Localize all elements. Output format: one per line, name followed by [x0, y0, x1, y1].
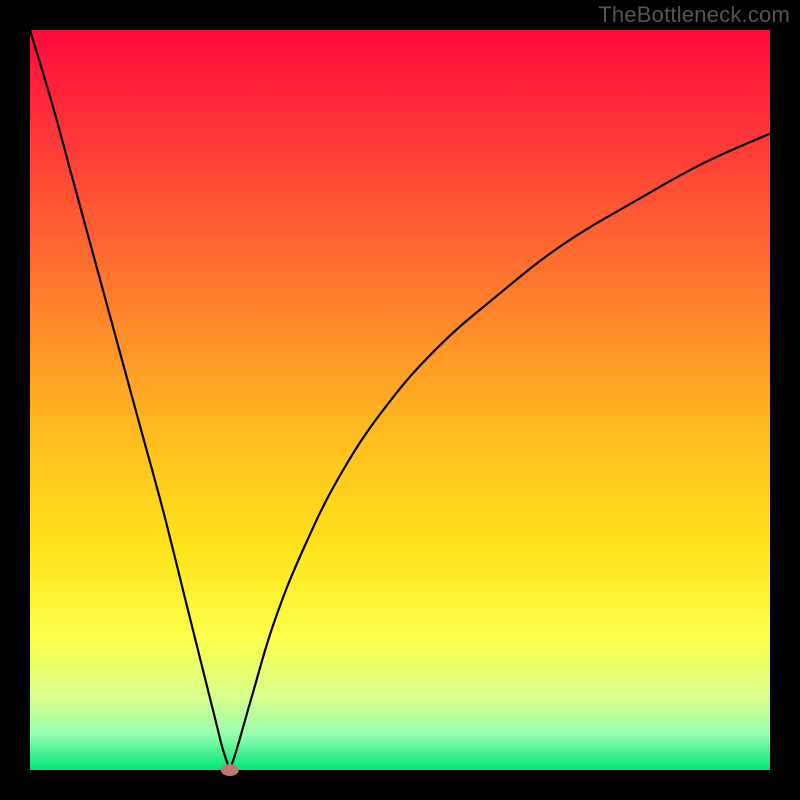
bottleneck-chart	[0, 0, 800, 800]
watermark-text: TheBottleneck.com	[598, 2, 790, 28]
chart-container: { "watermark": "TheBottleneck.com", "cha…	[0, 0, 800, 800]
cusp-marker	[221, 764, 239, 776]
plot-background	[30, 30, 770, 770]
